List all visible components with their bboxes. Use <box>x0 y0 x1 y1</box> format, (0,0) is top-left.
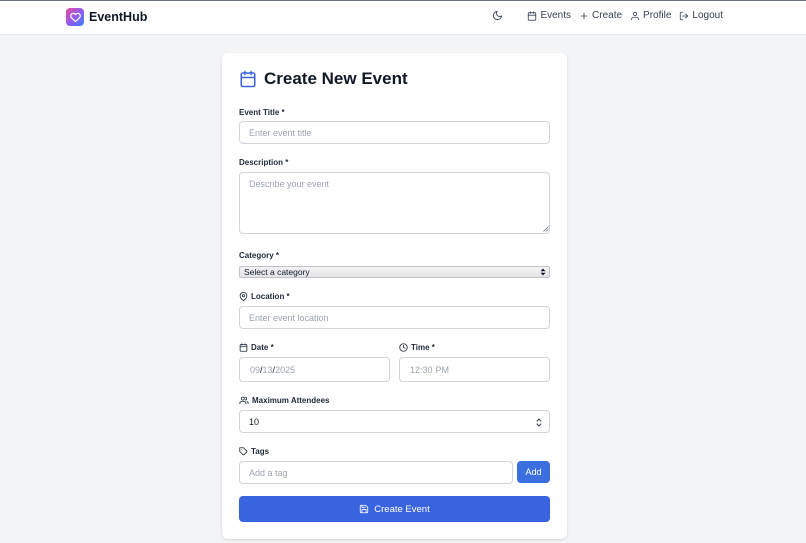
location-input[interactable] <box>239 306 550 329</box>
category-label: Category * <box>239 251 280 260</box>
category-select[interactable]: Select a category <box>239 266 550 278</box>
max-attendees-label-text: Maximum Attendees <box>252 396 330 405</box>
clock-icon <box>399 343 408 352</box>
logout-icon <box>680 11 689 20</box>
calendar-icon <box>528 10 537 21</box>
calendar-icon <box>240 70 256 88</box>
heart-logo-icon <box>66 8 84 26</box>
users-icon <box>239 396 249 405</box>
nav-profile[interactable]: Profile <box>630 10 671 21</box>
date-label: Date * <box>239 343 274 352</box>
add-tag-button[interactable]: Add <box>517 461 550 483</box>
time-hour: 12 <box>410 364 421 375</box>
create-event-card: Create New Event Event Title * Descripti… <box>222 53 567 539</box>
description-label: Description * <box>239 158 289 167</box>
location-label: Location * <box>239 292 290 301</box>
description-textarea[interactable] <box>239 172 550 234</box>
nav-logout[interactable]: Logout <box>679 10 723 21</box>
event-title-input[interactable] <box>239 121 550 144</box>
nav-events[interactable]: Events <box>527 10 571 21</box>
time-period: PM <box>435 364 450 375</box>
event-title-label: Event Title * <box>239 108 285 117</box>
date-day: 13 <box>262 364 273 375</box>
number-stepper-icon[interactable] <box>536 418 542 427</box>
max-attendees-value: 10 <box>249 416 260 427</box>
category-selected-value: Select a category <box>244 267 310 277</box>
create-event-button[interactable]: Create Event <box>239 496 550 522</box>
brand[interactable]: EventHub <box>66 8 147 26</box>
dark-mode-toggle[interactable] <box>492 10 503 21</box>
tags-label-text: Tags <box>251 447 270 456</box>
location-label-text: Location * <box>251 292 290 301</box>
resize-grip-icon[interactable] <box>543 226 549 232</box>
nav-create-label: Create <box>592 10 623 21</box>
time-label: Time * <box>399 343 435 352</box>
top-navbar: EventHub Events Create Profile Logout <box>0 1 806 35</box>
brand-name: EventHub <box>89 10 148 24</box>
create-event-button-label: Create Event <box>374 503 430 515</box>
date-year: 2025 <box>275 364 296 375</box>
tags-label: Tags <box>239 447 269 456</box>
page-title: Create New Event <box>264 69 408 88</box>
nav-logout-label: Logout <box>692 10 723 21</box>
nav-create[interactable]: Create <box>579 10 622 21</box>
max-attendees-label: Maximum Attendees <box>239 396 330 405</box>
time-minute: 30 <box>422 364 433 375</box>
calendar-icon <box>239 343 248 352</box>
moon-icon <box>493 10 503 21</box>
date-input[interactable]: 09 / 13 / 2025 <box>239 357 390 382</box>
max-attendees-input[interactable]: 10 <box>239 410 550 433</box>
user-icon <box>631 11 639 20</box>
map-pin-icon <box>239 292 248 301</box>
plus-icon <box>580 12 588 19</box>
tag-input[interactable] <box>239 461 513 484</box>
select-arrows-icon <box>540 268 546 276</box>
page-title-row: Create New Event <box>239 69 408 89</box>
save-icon <box>360 504 369 514</box>
date-label-text: Date * <box>251 343 274 352</box>
main-nav: Events Create Profile Logout <box>492 10 723 21</box>
time-input[interactable]: 12 : 30 PM <box>399 357 550 382</box>
date-month: 09 <box>250 364 261 375</box>
tag-icon <box>239 447 248 456</box>
nav-events-label: Events <box>540 10 572 21</box>
nav-profile-label: Profile <box>643 10 672 21</box>
time-label-text: Time * <box>411 343 435 352</box>
